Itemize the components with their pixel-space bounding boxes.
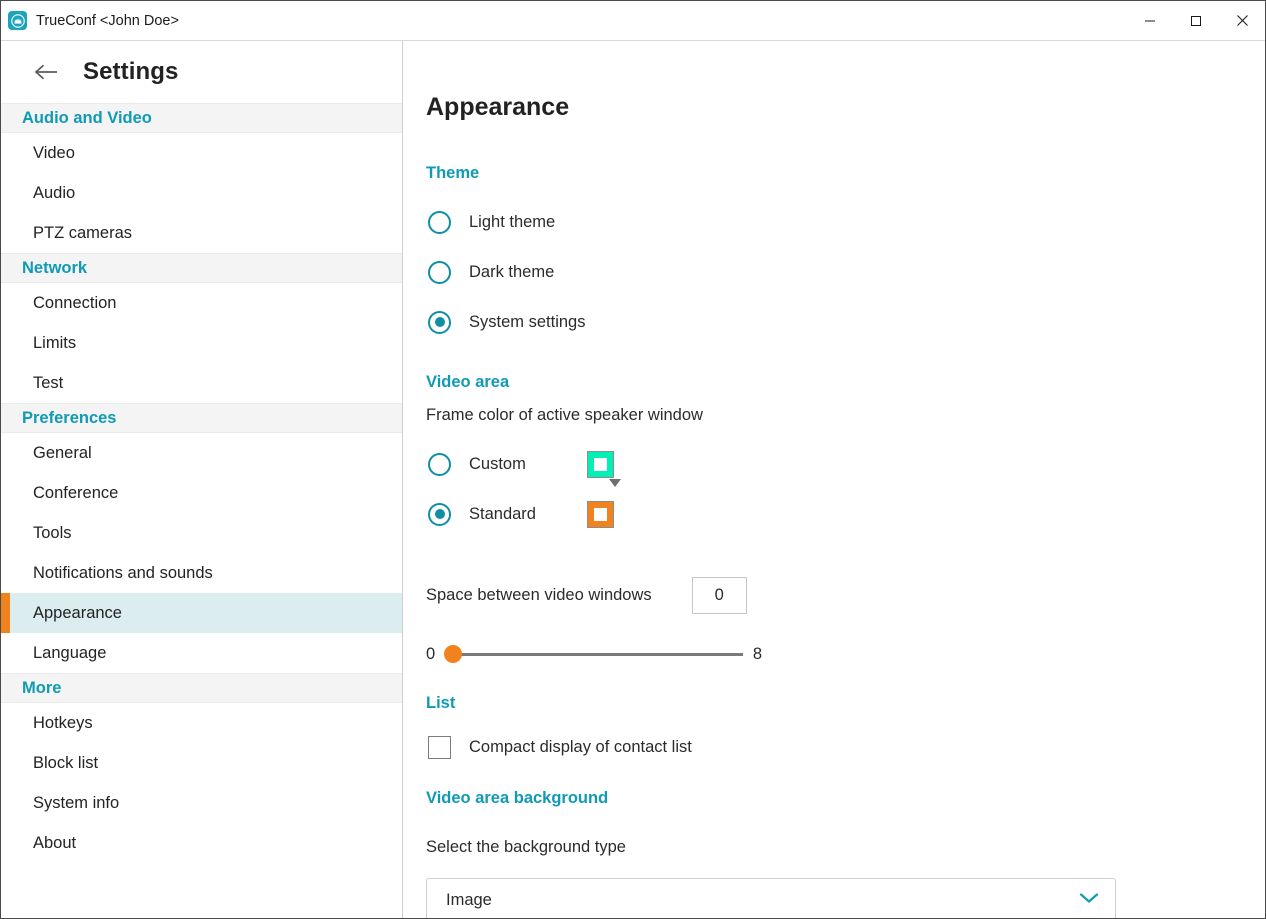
sidebar-section-network: Network [1,253,402,283]
checkbox-compact-display[interactable]: Compact display of contact list [426,727,1265,767]
sidebar-item-tools[interactable]: Tools [1,513,402,553]
slider-track [445,652,743,656]
sidebar-item-label: Test [33,373,64,392]
slider-max-label: 8 [752,644,762,663]
radio-standard-frame-color[interactable]: Standard [426,489,1265,539]
sidebar-item-label: Conference [33,483,119,502]
sidebar-item-label: Language [33,643,107,662]
sidebar-item-appearance[interactable]: Appearance [1,593,402,633]
checkbox-icon [428,735,451,759]
trueconf-logo-icon [8,11,27,30]
sidebar-item-system-info[interactable]: System info [1,783,402,823]
radio-icon [428,210,451,234]
radio-icon-selected [428,310,451,334]
sidebar-item-label: Video [33,143,75,162]
radio-label: Dark theme [469,262,555,281]
maximize-button[interactable] [1173,1,1219,40]
sidebar-item-limits[interactable]: Limits [1,323,402,363]
custom-color-swatch-button[interactable] [587,450,621,487]
radio-label: Custom [469,454,526,473]
sidebar-item-audio[interactable]: Audio [1,173,402,213]
app-title: TrueConf <John Doe> [36,12,179,29]
sidebar-item-label: Notifications and sounds [33,563,213,582]
slider-min-label: 0 [426,644,436,663]
sidebar-item-label: About [33,833,77,852]
background-type-select[interactable]: Image [426,878,1116,918]
sidebar-item-notifications-and-sounds[interactable]: Notifications and sounds [1,553,402,593]
sidebar-item-label: Appearance [33,603,122,622]
sidebar-item-video[interactable]: Video [1,133,402,173]
back-arrow-icon[interactable] [33,59,59,85]
sidebar-item-hotkeys[interactable]: Hotkeys [1,703,402,743]
sidebar-header: Settings [1,41,402,103]
radio-icon [428,260,451,284]
close-button[interactable] [1219,1,1265,40]
space-between-input[interactable]: 0 [691,577,747,614]
title-bar: TrueConf <John Doe> [1,1,1265,41]
select-background-type-label: Select the background type [426,838,626,856]
sidebar-item-label: Connection [33,293,117,312]
radio-label: Standard [469,504,536,523]
radio-dark-theme[interactable]: Dark theme [426,247,1265,297]
section-title-video-area: Video area [426,373,510,391]
sidebar-section-audio-and-video: Audio and Video [1,103,402,133]
radio-label: Light theme [469,212,556,231]
space-between-video-windows-row: Space between video windows 0 [426,577,1265,614]
background-type-value: Image [446,890,492,909]
radio-system-settings[interactable]: System settings [426,297,1265,347]
space-between-label: Space between video windows [426,586,652,604]
page-title: Settings [83,58,179,85]
sidebar-item-label: Tools [33,523,72,542]
close-icon [1236,15,1248,26]
maximize-icon [1191,15,1201,26]
radio-icon [428,452,451,476]
radio-icon-selected [428,502,451,526]
sidebar-item-label: PTZ cameras [33,223,133,242]
radio-label: System settings [469,312,586,331]
section-title-theme: Theme [426,164,480,182]
color-swatch-icon [587,500,614,528]
main-content: Appearance Theme Light theme Dark theme … [403,41,1265,918]
minimize-button[interactable] [1127,1,1173,40]
sidebar-item-label: General [33,443,92,462]
sidebar-item-label: System info [33,793,120,812]
settings-sidebar: Settings Audio and Video Video Audio PTZ… [1,41,403,918]
sidebar-item-ptz-cameras[interactable]: PTZ cameras [1,213,402,253]
content-title: Appearance [426,93,570,121]
sidebar-item-general[interactable]: General [1,433,402,473]
sidebar-section-preferences: Preferences [1,403,402,433]
caret-down-icon [609,478,621,487]
radio-light-theme[interactable]: Light theme [426,197,1265,247]
frame-color-label: Frame color of active speaker window [426,406,703,424]
slider-handle[interactable] [444,645,463,663]
sidebar-item-label: Audio [33,183,76,202]
sidebar-nav: Audio and Video Video Audio PTZ cameras … [1,103,402,918]
section-title-video-area-background: Video area background [426,789,609,807]
app-window: TrueConf <John Doe> Settings Audio and V… [0,0,1266,919]
slider-track-wrap[interactable] [444,644,743,664]
sidebar-section-more: More [1,673,402,703]
sidebar-item-connection[interactable]: Connection [1,283,402,323]
minimize-icon [1145,20,1155,21]
color-swatch-icon [587,450,614,478]
sidebar-item-block-list[interactable]: Block list [1,743,402,783]
standard-color-swatch [587,500,614,528]
chevron-down-icon [1079,891,1099,909]
sidebar-item-test[interactable]: Test [1,363,402,403]
sidebar-item-language[interactable]: Language [1,633,402,673]
sidebar-item-label: Block list [33,753,99,772]
body-row: Settings Audio and Video Video Audio PTZ… [1,41,1265,918]
section-title-list: List [426,694,456,712]
sidebar-item-conference[interactable]: Conference [1,473,402,513]
sidebar-item-label: Hotkeys [33,713,93,732]
radio-custom-frame-color[interactable]: Custom [426,439,1265,489]
sidebar-item-about[interactable]: About [1,823,402,863]
space-between-slider[interactable]: 0 8 [426,644,762,664]
checkbox-label: Compact display of contact list [469,737,692,756]
sidebar-item-label: Limits [33,333,77,352]
